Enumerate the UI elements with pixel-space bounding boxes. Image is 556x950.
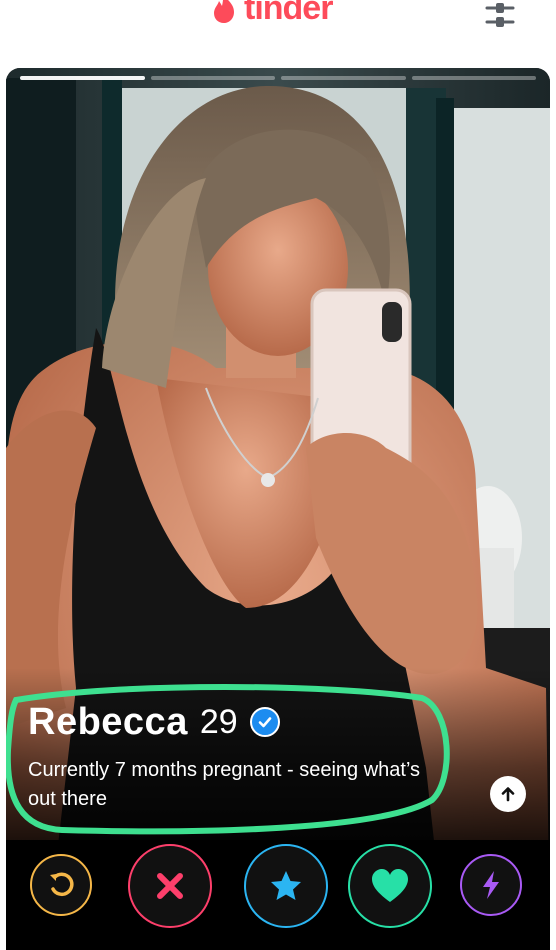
- x-icon: [157, 873, 183, 899]
- bolt-icon: [483, 871, 499, 899]
- sliders-icon: [485, 3, 515, 27]
- photo-progress-segment[interactable]: [20, 76, 145, 80]
- star-icon: [271, 871, 301, 900]
- boost-button[interactable]: [460, 854, 522, 916]
- photo-progress: [20, 76, 536, 80]
- nope-button[interactable]: [128, 844, 212, 928]
- flame-icon: [214, 0, 234, 23]
- top-bar: tinder: [0, 0, 556, 68]
- photo-progress-segment[interactable]: [150, 76, 275, 80]
- like-button[interactable]: [348, 844, 432, 928]
- photo-progress-segment[interactable]: [411, 76, 536, 80]
- action-bar: [6, 840, 550, 950]
- tinder-logo[interactable]: tinder: [210, 0, 333, 28]
- profile-card[interactable]: Rebecca 29 Currently 7 months pregnant -…: [6, 68, 550, 950]
- photo-progress-segment[interactable]: [281, 76, 406, 80]
- annotation-outline: [6, 684, 450, 835]
- arrow-up-icon: [501, 787, 515, 802]
- heart-icon: [372, 869, 408, 902]
- rewind-button[interactable]: [30, 854, 92, 916]
- profile-info-button[interactable]: [490, 776, 526, 812]
- logo-text: tinder: [244, 0, 333, 27]
- filter-button[interactable]: [478, 0, 522, 34]
- super-like-button[interactable]: [244, 844, 328, 928]
- rewind-icon: [50, 872, 74, 897]
